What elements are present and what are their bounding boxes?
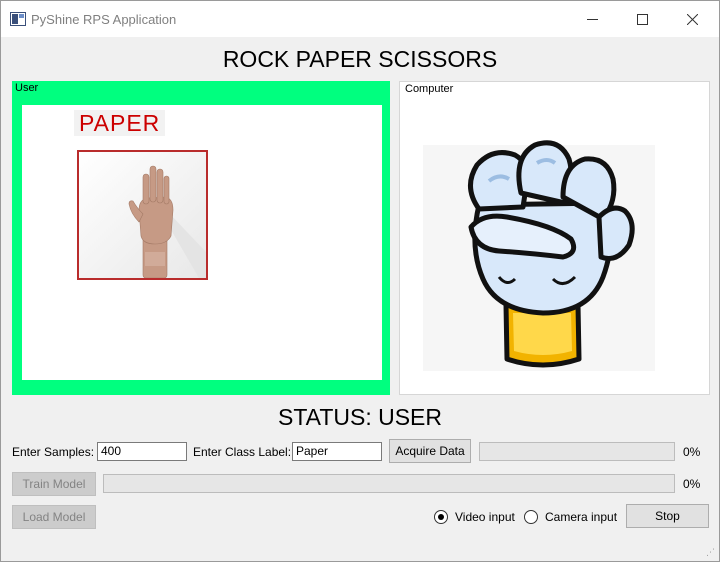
video-input-label[interactable]: Video input xyxy=(455,510,515,524)
resize-grip-icon[interactable]: ⋰ xyxy=(706,547,715,558)
train-progress-text: 0% xyxy=(683,477,701,491)
app-heading: ROCK PAPER SCISSORS xyxy=(222,46,498,72)
user-video-feed: PAPER xyxy=(22,105,382,380)
prediction-label: PAPER xyxy=(74,110,166,136)
app-icon xyxy=(10,12,26,26)
hand-roi-box xyxy=(77,150,208,280)
class-label-label: Enter Class Label: xyxy=(193,445,292,459)
open-hand-image xyxy=(79,152,206,278)
status-text: STATUS: USER xyxy=(278,404,442,430)
camera-input-radio[interactable] xyxy=(524,510,538,524)
user-panel-label: User xyxy=(15,82,39,94)
train-model-button[interactable]: Train Model xyxy=(12,472,96,496)
window-title: PyShine RPS Application xyxy=(31,12,177,27)
class-label-input[interactable]: Paper xyxy=(292,442,382,461)
train-progress-bar xyxy=(103,474,675,493)
samples-label: Enter Samples: xyxy=(12,445,95,459)
acquire-data-button[interactable]: Acquire Data xyxy=(389,439,471,463)
title-bar: PyShine RPS Application xyxy=(1,1,719,37)
camera-input-label[interactable]: Camera input xyxy=(545,510,617,524)
video-input-radio[interactable] xyxy=(434,510,448,524)
minimize-icon xyxy=(586,18,598,20)
stop-button[interactable]: Stop xyxy=(626,504,709,528)
close-icon xyxy=(686,13,698,25)
samples-input[interactable]: 400 xyxy=(97,442,187,461)
computer-panel: Computer xyxy=(399,81,710,395)
close-button[interactable] xyxy=(669,1,715,37)
computer-panel-label: Computer xyxy=(403,83,456,95)
load-model-button[interactable]: Load Model xyxy=(12,505,96,529)
rock-fist-icon xyxy=(403,107,681,375)
app-window: PyShine RPS Application ROCK PAPER SCISS… xyxy=(0,0,720,562)
maximize-icon xyxy=(636,13,648,25)
minimize-button[interactable] xyxy=(569,1,615,37)
acquire-progress-text: 0% xyxy=(683,445,701,459)
maximize-button[interactable] xyxy=(619,1,665,37)
acquire-progress-bar xyxy=(479,442,675,461)
user-panel: User PAPER xyxy=(12,81,390,395)
